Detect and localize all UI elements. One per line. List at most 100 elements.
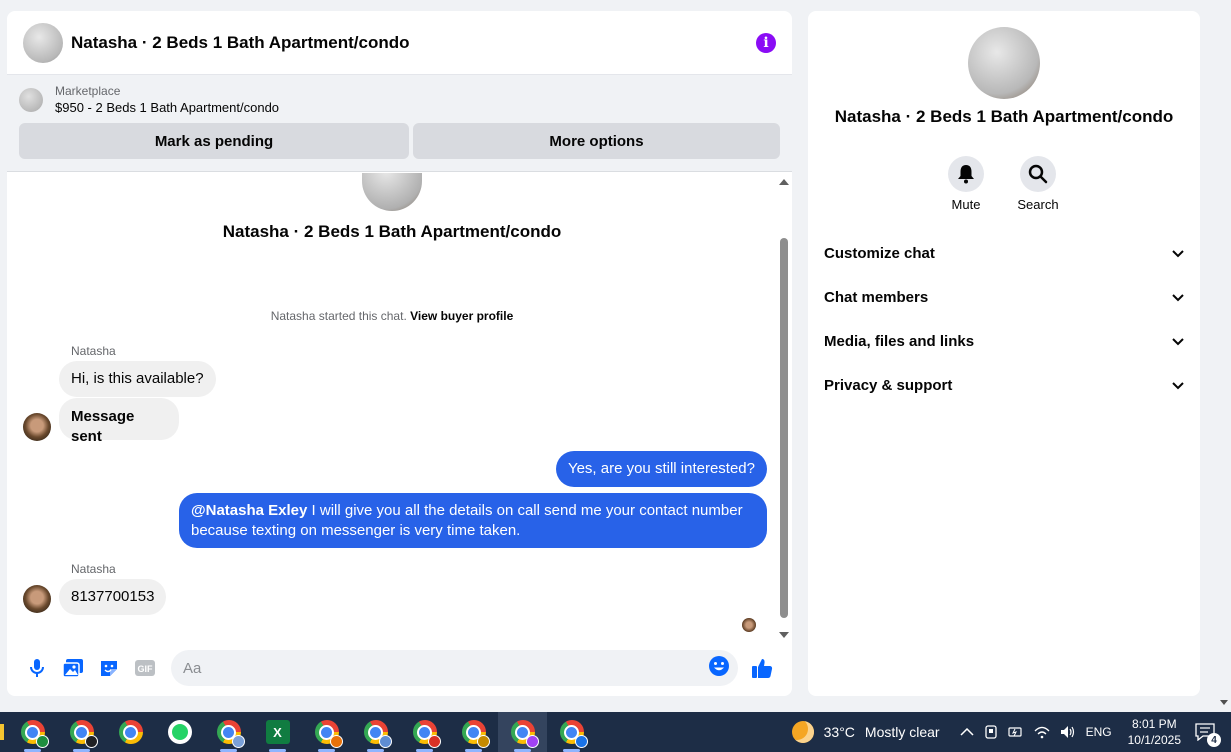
taskbar-chrome-profile-d[interactable] <box>302 712 351 752</box>
chrome-icon <box>559 720 588 748</box>
taskbar-chrome-profile-g[interactable] <box>449 712 498 752</box>
marketplace-label: Marketplace <box>55 84 121 98</box>
sender-name: Natasha <box>71 344 116 358</box>
notification-count: 4 <box>1207 733 1221 747</box>
sender-avatar <box>23 413 51 441</box>
search-button[interactable]: Search <box>1008 156 1068 212</box>
outgoing-message[interactable]: Yes, are you still interested? <box>555 451 767 487</box>
incoming-message-phone[interactable]: 8137700153 <box>59 579 167 615</box>
more-options-button[interactable]: More options <box>413 123 780 159</box>
section-chat-members[interactable]: Chat members <box>824 277 1184 317</box>
chat-header: Natasha · 2 Beds 1 Bath Apartment/condo … <box>7 11 792 75</box>
section-privacy-support[interactable]: Privacy & support <box>824 365 1184 405</box>
section-label: Media, files and links <box>824 332 975 350</box>
chevron-up-icon[interactable] <box>960 728 974 736</box>
file-explorer-edge[interactable] <box>0 712 8 752</box>
composer: GIF <box>7 640 792 696</box>
volume-icon[interactable] <box>1060 725 1076 739</box>
taskbar-chrome[interactable] <box>106 712 155 752</box>
clock[interactable]: 8:01 PM 10/1/2025 <box>1128 716 1181 748</box>
taskbar-chrome-profile-a[interactable] <box>8 712 57 752</box>
chat-title[interactable]: Natasha · 2 Beds 1 Bath Apartment/condo <box>71 33 756 53</box>
section-label: Chat members <box>824 288 929 306</box>
chrome-icon <box>118 720 143 744</box>
chat-panel: Natasha · 2 Beds 1 Bath Apartment/condo … <box>7 11 792 696</box>
listing-title[interactable]: $950 - 2 Beds 1 Bath Apartment/condo <box>55 99 279 117</box>
message-input-box[interactable] <box>171 650 738 686</box>
taskbar-chrome-profile-b[interactable] <box>57 712 106 752</box>
conversation-name: Natasha · 2 Beds 1 Bath Apartment/condo <box>222 222 562 241</box>
contact-avatar[interactable] <box>23 22 63 63</box>
taskbar-chrome-profile-f[interactable] <box>400 712 449 752</box>
info-icon[interactable]: i <box>756 32 776 53</box>
weather-text: Mostly clear <box>864 724 940 740</box>
microphone-icon[interactable] <box>19 650 55 686</box>
taskbar-whatsapp[interactable] <box>155 712 204 752</box>
weather-temp: 33°C <box>823 724 855 740</box>
taskbar: X 33°C Mostly clear ENG 8:01 PM 10/1/202… <box>0 712 1231 752</box>
notification-center[interactable]: 4 <box>1195 723 1221 747</box>
scroll-thumb[interactable] <box>780 238 788 618</box>
battery-charging-icon[interactable] <box>1007 725 1024 739</box>
weather-widget[interactable]: 33°C Mostly clear <box>791 721 940 743</box>
photo-icon[interactable] <box>55 650 91 686</box>
svg-text:GIF: GIF <box>138 664 154 674</box>
taskbar-excel[interactable]: X <box>253 712 302 752</box>
mute-label: Mute <box>951 197 981 212</box>
page-scroll-down-arrow[interactable] <box>1220 700 1228 705</box>
like-icon[interactable] <box>744 650 780 686</box>
marketplace-banner: Marketplace $950 - 2 Beds 1 Bath Apartme… <box>7 75 792 172</box>
message-input[interactable] <box>183 659 708 677</box>
taskbar-chrome-profile-h[interactable] <box>498 712 547 752</box>
scroll-down-arrow[interactable] <box>779 632 789 638</box>
view-buyer-profile-link[interactable]: View buyer profile <box>410 309 513 323</box>
read-receipt-avatar <box>742 618 756 632</box>
mute-button[interactable]: Mute <box>936 156 996 212</box>
chevron-down-icon <box>1172 377 1184 394</box>
mention[interactable]: @Natasha Exley <box>191 502 307 519</box>
search-icon[interactable] <box>1020 156 1056 192</box>
section-label: Customize chat <box>824 244 935 262</box>
excel-icon: X <box>265 720 290 744</box>
section-media-files-links[interactable]: Media, files and links <box>824 321 1184 361</box>
outgoing-message-long[interactable]: @Natasha Exley I will give you all the d… <box>179 493 767 548</box>
gif-icon[interactable]: GIF <box>127 650 163 686</box>
sticker-icon[interactable] <box>91 650 127 686</box>
mark-as-pending-button[interactable]: Mark as pending <box>19 123 409 159</box>
profile-avatar[interactable] <box>968 27 1040 99</box>
sender-avatar <box>23 585 51 613</box>
bell-icon[interactable] <box>948 156 984 192</box>
meet-now-icon[interactable] <box>984 725 998 739</box>
sender-name: Natasha <box>71 562 116 576</box>
search-label: Search <box>1017 197 1059 212</box>
emoji-icon[interactable] <box>708 655 730 682</box>
moon-cloud-icon <box>791 721 814 743</box>
chat-info-panel: Natasha · 2 Beds 1 Bath Apartment/condo … <box>808 11 1200 696</box>
profile-name: Natasha · 2 Beds 1 Bath Apartment/condo <box>834 107 1174 126</box>
clock-date: 10/1/2025 <box>1127 733 1181 747</box>
taskbar-chrome-profile-c[interactable] <box>204 712 253 752</box>
chrome-icon <box>461 720 490 748</box>
clock-time: 8:01 PM <box>1131 717 1177 731</box>
incoming-message[interactable]: Hi, is this available? <box>59 361 216 397</box>
conversation-avatar <box>362 173 422 211</box>
system-tray: 33°C Mostly clear ENG 8:01 PM 10/1/2025 … <box>791 712 1231 752</box>
wifi-icon[interactable] <box>1034 725 1050 739</box>
message-sent-bubble[interactable]: Message sent <box>59 398 179 445</box>
section-customize-chat[interactable]: Customize chat <box>824 233 1184 273</box>
scroll-up-arrow[interactable] <box>779 179 789 185</box>
chevron-down-icon <box>1172 245 1184 262</box>
chat-started-text: Natasha started this chat. <box>270 309 407 323</box>
chrome-icon <box>314 720 343 748</box>
chevron-down-icon <box>1172 289 1184 306</box>
message-list[interactable]: Natasha · 2 Beds 1 Bath Apartment/condo … <box>7 173 777 643</box>
listing-thumbnail[interactable] <box>19 88 43 112</box>
chrome-icon <box>20 720 49 748</box>
message-scrollbar[interactable] <box>778 176 789 641</box>
language-indicator[interactable]: ENG <box>1086 725 1112 739</box>
taskbar-chrome-profile-e[interactable] <box>351 712 400 752</box>
taskbar-chrome-profile-i[interactable] <box>547 712 596 752</box>
chrome-icon <box>69 720 98 748</box>
chevron-down-icon <box>1172 333 1184 350</box>
chrome-icon <box>510 720 539 748</box>
